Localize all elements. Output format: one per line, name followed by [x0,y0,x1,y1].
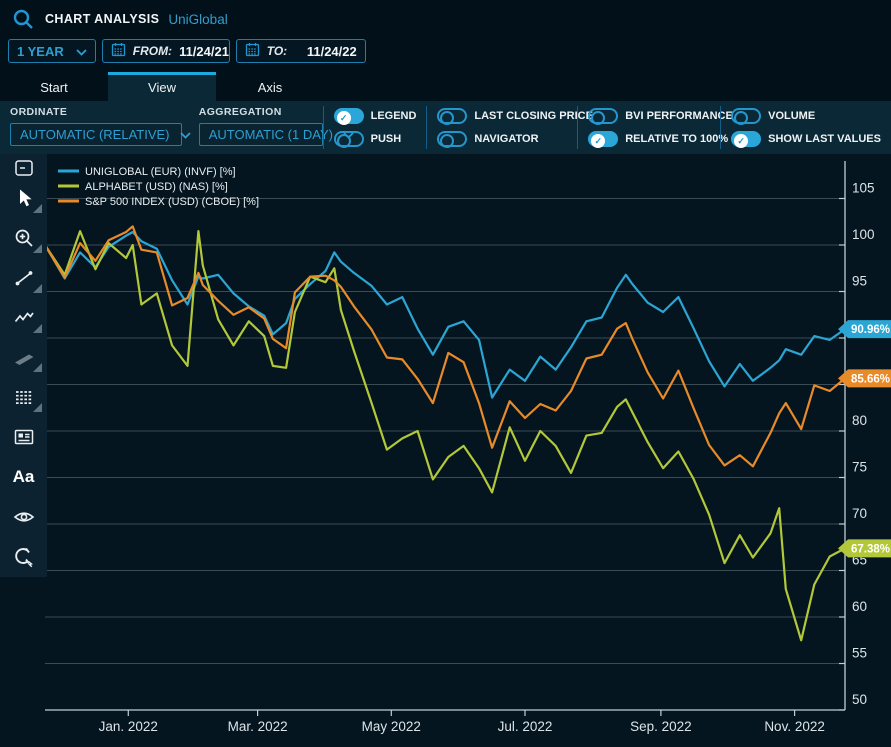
svg-text:Sep. 2022: Sep. 2022 [630,719,692,734]
svg-text:Mar. 2022: Mar. 2022 [228,719,288,734]
to-date-field[interactable]: TO: 11/24/22 [236,39,366,63]
ordinate-dropdown[interactable]: AUTOMATIC (RELATIVE) [10,123,182,146]
toggle-bvi-performance[interactable]: ✓ BVI PERFORMANCE [588,107,710,125]
toggle-group-4: ✓ VOLUME ✓ SHOW LAST VALUES [721,101,891,154]
toggle-legend[interactable]: ✓ LEGEND [334,107,417,125]
aggregation-section: AGGREGATION AUTOMATIC (1 DAY) [189,101,323,154]
svg-text:70: 70 [852,506,867,521]
to-label: TO: [267,44,287,58]
chart-area[interactable]: 1051009580757065605550Jan. 2022Mar. 2022… [0,154,891,747]
text-tool-icon[interactable]: Aa [0,457,47,497]
toggle-navigator[interactable]: ✓ NAVIGATOR [437,130,567,148]
toggle-switch: ✓ [731,108,761,124]
aggregation-label: AGGREGATION [199,106,323,121]
svg-text:85.66%: 85.66% [851,373,890,385]
ordinate-value: AUTOMATIC (RELATIVE) [20,127,170,142]
svg-text:ALPHABET (USD) (NAS) [%]: ALPHABET (USD) (NAS) [%] [85,181,228,193]
trend-line-tool-icon[interactable] [0,258,47,298]
from-date-field[interactable]: FROM: 11/24/21 [102,39,230,63]
svg-text:90.96%: 90.96% [851,324,890,336]
drawing-toolbar: Aa [0,154,47,577]
toggle-group-3: ✓ BVI PERFORMANCE ✓ RELATIVE TO 100% [578,101,720,154]
rectangle-tool-icon[interactable] [0,338,47,378]
range-dropdown[interactable]: 1 YEAR [8,39,96,63]
aggregation-value: AUTOMATIC (1 DAY) [209,127,333,142]
svg-text:Nov. 2022: Nov. 2022 [764,719,825,734]
svg-text:May 2022: May 2022 [362,719,421,734]
tab-bar: Start View Axis [0,72,891,101]
grid-tool-icon[interactable] [0,377,47,417]
toggle-switch: ✓ [731,131,761,147]
toggle-last-closing-price[interactable]: ✓ LAST CLOSING PRICE [437,107,567,125]
collapse-panel-icon[interactable] [13,158,35,178]
search-icon[interactable] [10,6,36,32]
svg-text:100: 100 [852,227,875,242]
toggle-switch: ✓ [437,131,467,147]
toggle-push[interactable]: ✓ PUSH [334,130,417,148]
calendar-icon [111,42,126,60]
instrument-name: UniGlobal [168,12,227,27]
toggle-group-2: ✓ LAST CLOSING PRICE ✓ NAVIGATOR [427,101,577,154]
tab-axis[interactable]: Axis [216,75,324,101]
svg-text:60: 60 [852,599,867,614]
toggle-switch: ✓ [588,108,618,124]
ordinate-label: ORDINATE [10,106,189,121]
news-card-tool-icon[interactable] [0,417,47,457]
toggle-switch: ✓ [334,131,364,147]
svg-text:Jul. 2022: Jul. 2022 [498,719,553,734]
svg-text:80: 80 [852,413,867,428]
toggle-show-last-values[interactable]: ✓ SHOW LAST VALUES [731,130,881,148]
toggle-volume[interactable]: ✓ VOLUME [731,107,881,125]
app-header: CHART ANALYSIS UniGlobal [0,0,891,38]
toggle-group-1: ✓ LEGEND ✓ PUSH [324,101,427,154]
price-chart[interactable]: 1051009580757065605550Jan. 2022Mar. 2022… [0,154,891,747]
visibility-tool-icon[interactable] [0,497,47,537]
page-title: CHART ANALYSIS [45,12,159,26]
svg-text:75: 75 [852,460,867,475]
range-dropdown-label: 1 YEAR [17,44,64,59]
zoom-in-tool-icon[interactable] [0,218,47,258]
toggle-switch: ✓ [588,131,618,147]
from-label: FROM: [133,44,172,58]
tab-view[interactable]: View [108,72,216,101]
svg-text:50: 50 [852,692,867,707]
toggle-switch: ✓ [437,108,467,124]
to-value: 11/24/22 [307,44,357,59]
svg-text:105: 105 [852,181,875,196]
svg-text:Jan. 2022: Jan. 2022 [99,719,158,734]
calendar-icon [245,42,260,60]
svg-text:S&P 500 INDEX (USD) (CBOE) [%]: S&P 500 INDEX (USD) (CBOE) [%] [85,196,259,208]
zigzag-line-tool-icon[interactable] [0,298,47,338]
toggle-relative-to-100[interactable]: ✓ RELATIVE TO 100% [588,130,710,148]
from-value: 11/24/21 [179,44,229,59]
view-toolbar: ORDINATE AUTOMATIC (RELATIVE) AGGREGATIO… [0,101,891,154]
svg-text:67.38%: 67.38% [851,543,890,555]
aggregation-dropdown[interactable]: AUTOMATIC (1 DAY) [199,123,323,146]
cursor-tool-icon[interactable] [0,178,47,218]
svg-text:95: 95 [852,274,867,289]
chevron-down-icon [76,44,87,59]
magnet-tool-icon[interactable] [0,537,47,577]
svg-text:55: 55 [852,646,867,661]
date-range-controls: 1 YEAR FROM: 11/24/21 TO: 11/24/22 [0,38,891,64]
tab-start[interactable]: Start [0,75,108,101]
svg-text:UNIGLOBAL (EUR) (INVF) [%]: UNIGLOBAL (EUR) (INVF) [%] [85,166,236,178]
ordinate-section: ORDINATE AUTOMATIC (RELATIVE) [0,101,189,154]
toggle-switch: ✓ [334,108,364,124]
